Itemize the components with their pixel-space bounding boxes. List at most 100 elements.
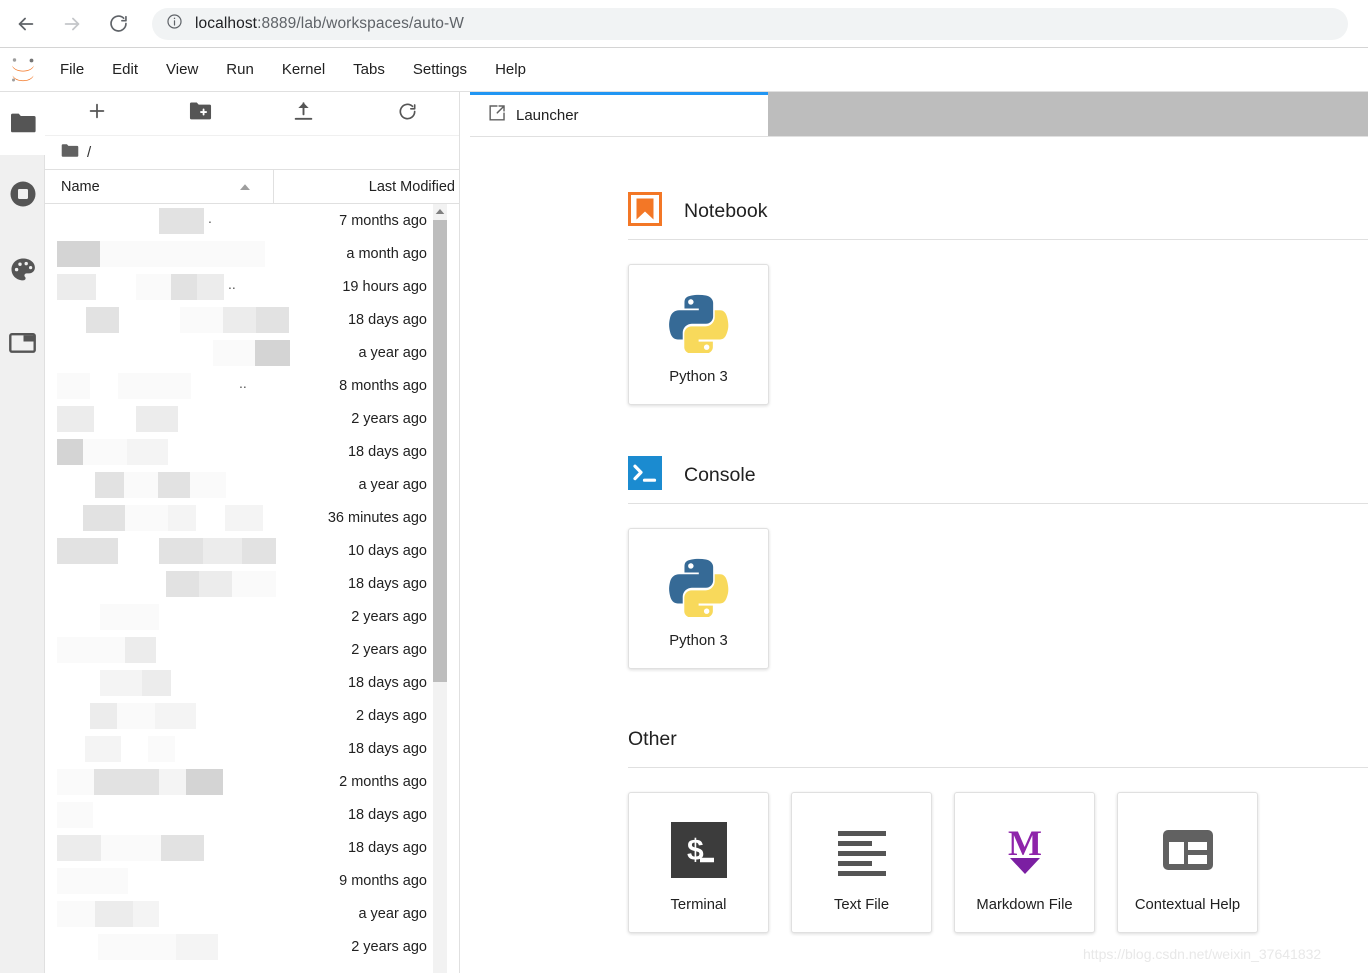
sidebar-item-file-browser[interactable] — [0, 97, 45, 153]
table-row[interactable]: 2 years ago — [45, 633, 459, 666]
launcher-card-label: Terminal — [670, 896, 727, 913]
breadcrumb[interactable]: / — [45, 136, 459, 170]
scrollbar-up-arrow[interactable] — [433, 204, 447, 218]
file-name-masked — [57, 307, 289, 333]
menu-run[interactable]: Run — [212, 48, 268, 92]
launcher-cards-console: Python 3 — [628, 504, 1368, 669]
folder-icon — [10, 112, 36, 139]
scrollbar-thumb[interactable] — [433, 220, 447, 682]
column-header-name[interactable]: Name — [45, 169, 274, 204]
file-last-modified: 2 months ago — [339, 773, 427, 790]
launcher-section-console: Console Python 3 — [470, 405, 1368, 669]
table-row[interactable]: 2 years ago — [45, 600, 459, 633]
breadcrumb-path: / — [87, 144, 92, 161]
table-row[interactable]: a year ago — [45, 897, 459, 930]
file-name-masked — [57, 406, 178, 432]
file-name-suffix: . — [208, 210, 212, 226]
table-row[interactable]: 18 days ago — [45, 732, 459, 765]
table-row[interactable]: 18 days ago — [45, 798, 459, 831]
palette-icon — [10, 257, 36, 288]
table-row[interactable]: a month ago — [45, 237, 459, 270]
launcher-card-notebook-python3[interactable]: Python 3 — [628, 264, 769, 405]
tab-launcher-label: Launcher — [516, 107, 579, 124]
launcher-card-contextual-help[interactable]: Contextual Help — [1117, 792, 1258, 933]
menu-view[interactable]: View — [152, 48, 212, 92]
menu-help[interactable]: Help — [481, 48, 540, 92]
table-row[interactable]: 18 days ago — [45, 567, 459, 600]
file-name-masked — [57, 208, 204, 234]
launcher-card-terminal[interactable]: $ Terminal — [628, 792, 769, 933]
table-row[interactable]: .. 19 hours ago — [45, 270, 459, 303]
back-arrow-icon — [15, 13, 37, 35]
table-row[interactable]: . 7 months ago — [45, 204, 459, 237]
column-header-last-modified-label: Last Modified — [368, 178, 455, 195]
table-row[interactable]: 2 days ago — [45, 699, 459, 732]
sidebar-item-open-tabs[interactable] — [0, 317, 45, 373]
file-name-masked — [57, 340, 290, 366]
sidebar-item-extensions[interactable] — [0, 244, 45, 300]
table-row[interactable]: 2 months ago — [45, 765, 459, 798]
upload-button[interactable] — [252, 92, 356, 136]
launcher-card-markdown-file[interactable]: M Markdown File — [954, 792, 1095, 933]
file-name-masked — [57, 670, 171, 696]
refresh-button[interactable] — [356, 92, 460, 136]
file-last-modified: 18 days ago — [347, 674, 427, 691]
file-last-modified: a year ago — [358, 905, 427, 922]
section-header-console: Console — [628, 447, 1368, 503]
reload-button[interactable] — [98, 4, 138, 44]
table-row[interactable]: 18 days ago — [45, 666, 459, 699]
file-list[interactable]: . 7 months ago a month ago.. 19 hours ago 18… — [45, 204, 459, 973]
python-logo-icon — [668, 285, 730, 359]
section-title-notebook: Notebook — [684, 199, 768, 222]
launcher-card-label: Python 3 — [669, 632, 728, 649]
file-name-masked — [57, 538, 318, 564]
contextual-help-icon — [1160, 813, 1216, 887]
file-list-scrollbar[interactable] — [433, 204, 447, 973]
launcher-icon — [488, 104, 506, 127]
file-name-masked — [57, 901, 159, 927]
reload-icon — [108, 13, 129, 34]
column-header-last-modified[interactable]: Last Modified — [274, 170, 459, 204]
jupyter-logo — [0, 48, 46, 92]
table-row[interactable]: 10 days ago — [45, 534, 459, 567]
launcher-card-label: Python 3 — [669, 368, 728, 385]
new-folder-button[interactable] — [149, 92, 253, 136]
forward-button[interactable] — [52, 4, 92, 44]
section-title-console: Console — [684, 463, 756, 486]
table-row[interactable]: 36 minutes ago — [45, 501, 459, 534]
table-row[interactable]: 18 days ago — [45, 435, 459, 468]
file-last-modified: 2 days ago — [356, 707, 427, 724]
table-row[interactable]: 2 years ago — [45, 930, 459, 963]
table-row[interactable]: a year ago — [45, 468, 459, 501]
table-row[interactable]: 9 months ago — [45, 864, 459, 897]
launcher-card-console-python3[interactable]: Python 3 — [628, 528, 769, 669]
file-name-masked — [57, 439, 168, 465]
file-browser-toolbar — [45, 92, 459, 136]
menu-edit[interactable]: Edit — [98, 48, 152, 92]
svg-text:M: M — [1008, 823, 1042, 863]
menu-file[interactable]: File — [46, 48, 98, 92]
launcher-card-label: Text File — [833, 896, 890, 913]
menu-tabs[interactable]: Tabs — [339, 48, 399, 92]
column-header-name-label: Name — [61, 178, 100, 195]
file-name-masked — [57, 505, 290, 531]
table-row[interactable]: 18 days ago — [45, 831, 459, 864]
info-circle-icon[interactable] — [166, 13, 183, 35]
launcher-card-text-file[interactable]: Text File — [791, 792, 932, 933]
table-row[interactable]: 18 days ago — [45, 303, 459, 336]
menu-kernel[interactable]: Kernel — [268, 48, 339, 92]
back-button[interactable] — [6, 4, 46, 44]
table-row[interactable]: a year ago — [45, 336, 459, 369]
table-row[interactable]: 2 years ago — [45, 402, 459, 435]
file-last-modified: 19 hours ago — [342, 278, 427, 295]
new-launcher-button[interactable] — [45, 92, 149, 136]
section-header-notebook: Notebook — [628, 183, 1368, 239]
menu-settings[interactable]: Settings — [399, 48, 481, 92]
sidebar-item-running[interactable] — [0, 168, 45, 224]
file-name-suffix: .. — [239, 375, 247, 391]
address-bar[interactable]: localhost:8889/lab/workspaces/auto-W — [152, 7, 1348, 40]
tab-launcher[interactable]: Launcher — [470, 92, 768, 136]
main-tabbar: Launcher — [470, 92, 1368, 136]
file-name-masked — [57, 604, 201, 630]
table-row[interactable]: .. 8 months ago — [45, 369, 459, 402]
